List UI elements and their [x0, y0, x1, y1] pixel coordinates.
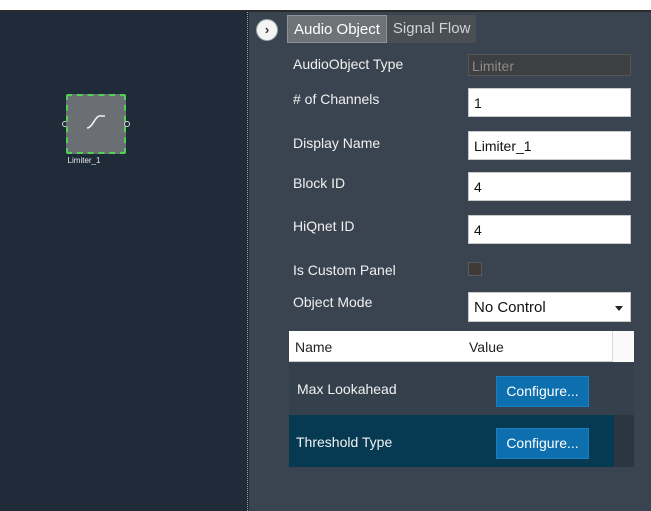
collapse-panel-button[interactable]: ›	[256, 19, 278, 41]
hiqnet-id-field[interactable]: 4	[468, 215, 631, 244]
is-custom-panel-checkbox[interactable]	[468, 262, 482, 276]
object-mode-select[interactable]: No Control	[468, 292, 631, 322]
limiter-block[interactable]	[66, 94, 126, 154]
tab-signal-flow[interactable]: Signal Flow	[386, 15, 477, 43]
object-mode-value: No Control	[474, 299, 546, 316]
limiter-curve-icon	[86, 115, 105, 129]
display-name-field[interactable]: Limiter_1	[468, 131, 631, 160]
property-table: Name Value Max Lookahead Configure... Th…	[289, 331, 634, 467]
row-name: Threshold Type	[296, 434, 393, 450]
row-scroll-gutter	[614, 415, 634, 467]
hiqnet-id-label: HiQnet ID	[293, 218, 355, 234]
tab-audio-object[interactable]: Audio Object	[287, 15, 387, 43]
display-name-label: Display Name	[293, 135, 381, 151]
header-spacer	[612, 331, 634, 362]
chevron-right-icon: ›	[264, 22, 270, 37]
block-id-label: Block ID	[293, 175, 346, 191]
design-canvas[interactable]	[0, 12, 248, 511]
table-header: Name Value	[289, 331, 634, 362]
chevron-down-icon	[615, 306, 623, 311]
is-custom-panel-label: Is Custom Panel	[293, 262, 396, 278]
num-channels-field[interactable]: 1	[468, 88, 631, 117]
audio-object-type-field: Limiter	[468, 54, 631, 76]
configure-max-lookahead-button[interactable]: Configure...	[496, 376, 589, 407]
column-header-value[interactable]: Value	[469, 339, 504, 355]
output-pin[interactable]	[124, 121, 130, 127]
configure-threshold-type-button[interactable]: Configure...	[496, 428, 589, 459]
audio-object-type-label: AudioObject Type	[293, 56, 404, 72]
block-label: Limiter_1	[67, 156, 101, 165]
row-name: Max Lookahead	[297, 381, 397, 397]
panel-tabs: Audio Object Signal Flow	[287, 15, 477, 43]
block-id-field[interactable]: 4	[468, 172, 631, 201]
num-channels-label: # of Channels	[293, 91, 380, 107]
table-row-selected[interactable]: Threshold Type Configure...	[289, 415, 634, 467]
column-header-name[interactable]: Name	[295, 339, 332, 355]
object-mode-label: Object Mode	[293, 294, 373, 310]
table-row[interactable]: Max Lookahead Configure...	[289, 363, 634, 415]
